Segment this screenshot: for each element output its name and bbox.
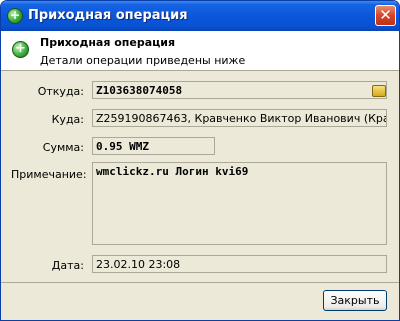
dialog-window: + Приходная операция ✕ + Приходная опера… <box>0 0 400 321</box>
from-label: Откуда: <box>37 85 84 98</box>
amount-label: Сумма: <box>42 141 84 154</box>
amount-field[interactable]: 0.95 WMZ <box>92 137 215 155</box>
note-field[interactable]: wmclickz.ru Логин kvi69 <box>92 162 387 245</box>
dialog-header: + Приходная операция Детали операции при… <box>1 31 399 71</box>
date-field[interactable]: 23.02.10 23:08 <box>92 255 387 273</box>
note-label: Примечание: <box>11 168 87 181</box>
title-add-icon: + <box>7 8 23 24</box>
close-x-icon: ✕ <box>379 6 392 24</box>
header-title: Приходная операция <box>40 36 176 49</box>
title-bar[interactable]: + Приходная операция ✕ <box>1 1 399 31</box>
amount-value: 0.95 WMZ <box>96 140 149 153</box>
close-button[interactable]: Закрыть <box>323 290 387 311</box>
wallet-icon[interactable] <box>372 85 386 97</box>
date-label: Дата: <box>51 259 84 272</box>
header-subtitle: Детали операции приведены ниже <box>40 54 246 67</box>
note-value: wmclickz.ru Логин kvi69 <box>96 165 249 178</box>
footer-separator <box>1 282 399 283</box>
to-field[interactable]: Z259190867463, Кравченко Виктор Иванович… <box>92 109 387 127</box>
date-value: 23.02.10 23:08 <box>96 258 181 271</box>
to-label: Куда: <box>51 113 84 126</box>
to-value: Z259190867463, Кравченко Виктор Иванович… <box>96 112 387 125</box>
close-window-button[interactable]: ✕ <box>375 5 396 26</box>
from-field[interactable]: Z103638074058 <box>92 81 387 99</box>
window-title: Приходная операция <box>28 8 188 23</box>
from-value: Z103638074058 <box>96 84 183 97</box>
header-add-icon: + <box>12 41 29 58</box>
